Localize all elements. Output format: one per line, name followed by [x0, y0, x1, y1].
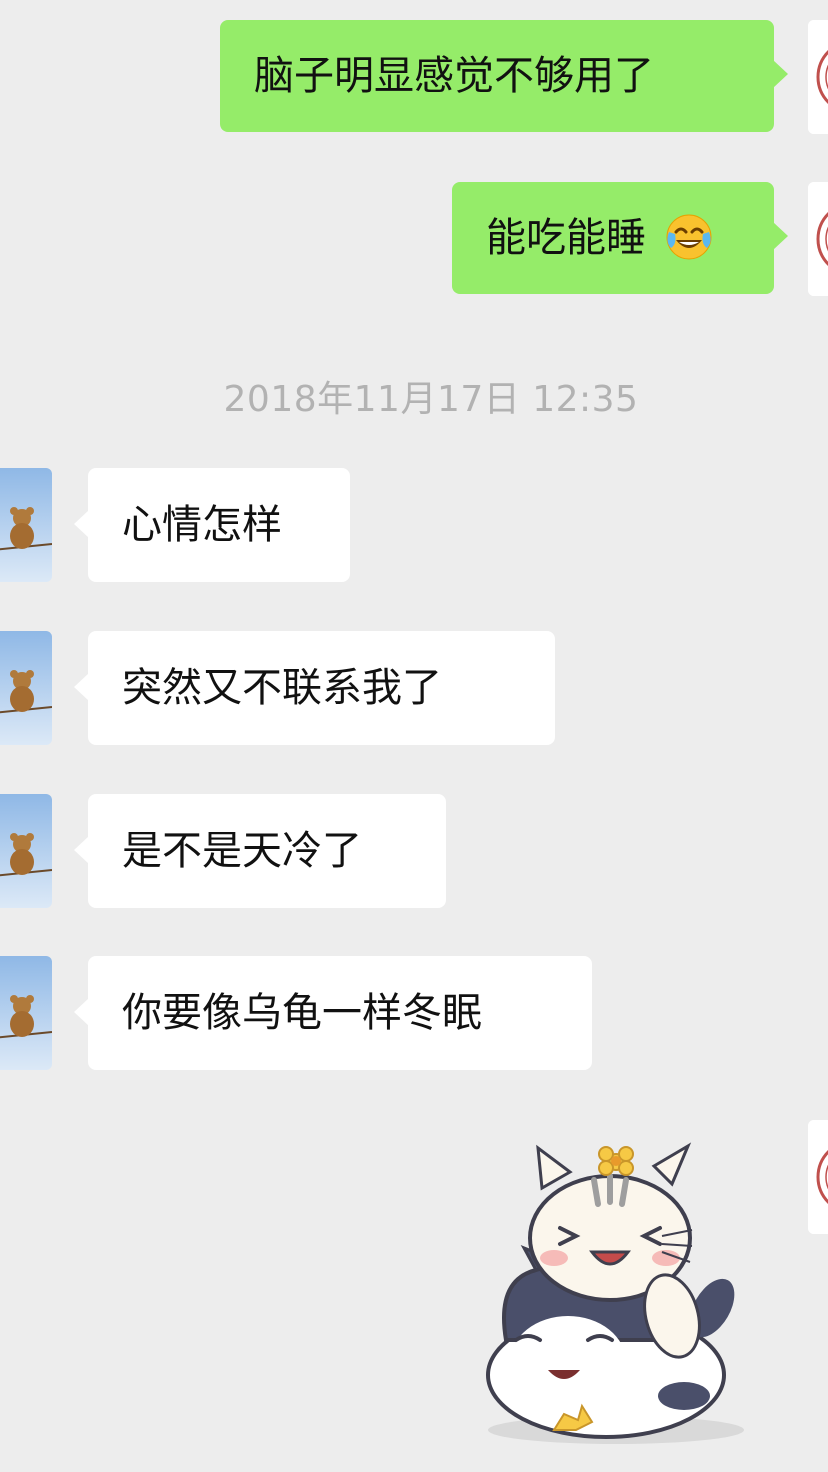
- contact-avatar[interactable]: [0, 468, 52, 582]
- seal-stamp-avatar-image: [808, 182, 828, 296]
- message-text: 你要像乌龟一样冬眠: [122, 990, 482, 1036]
- self-avatar[interactable]: [808, 20, 828, 134]
- outgoing-message-bubble[interactable]: 能吃能睡: [452, 182, 788, 294]
- two-cartoon-cats-sticker[interactable]: [476, 1140, 760, 1450]
- seal-stamp-avatar-image: [808, 20, 828, 134]
- chat-message-list[interactable]: 脑子明显感觉不够用了 能吃能睡 2018年11月17日 12:35 心情怎样 突…: [0, 0, 828, 1472]
- incoming-message-bubble[interactable]: 突然又不联系我了: [74, 631, 555, 745]
- face-with-tears-of-joy-emoji: [666, 214, 712, 260]
- message-text: 脑子明显感觉不够用了: [254, 53, 654, 99]
- incoming-message-bubble[interactable]: 你要像乌龟一样冬眠: [74, 956, 592, 1070]
- message-text: 能吃能睡: [486, 215, 646, 261]
- message-text: 是不是天冷了: [122, 828, 362, 874]
- message-text: 突然又不联系我了: [122, 665, 442, 711]
- outgoing-message-bubble[interactable]: 脑子明显感觉不够用了: [220, 20, 788, 132]
- teddy-bear-sky-avatar-image: [0, 631, 52, 745]
- teddy-bear-sky-avatar-image: [0, 956, 52, 1070]
- incoming-message-bubble[interactable]: 心情怎样: [74, 468, 350, 582]
- teddy-bear-sky-avatar-image: [0, 794, 52, 908]
- message-text: 心情怎样: [122, 502, 282, 548]
- self-avatar[interactable]: [808, 182, 828, 296]
- incoming-message-bubble[interactable]: 是不是天冷了: [74, 794, 446, 908]
- contact-avatar[interactable]: [0, 631, 52, 745]
- seal-stamp-avatar-image: [808, 1120, 828, 1234]
- contact-avatar[interactable]: [0, 956, 52, 1070]
- self-avatar[interactable]: [808, 1120, 828, 1234]
- contact-avatar[interactable]: [0, 794, 52, 908]
- teddy-bear-sky-avatar-image: [0, 468, 52, 582]
- message-timestamp: 2018年11月17日 12:35: [223, 379, 639, 420]
